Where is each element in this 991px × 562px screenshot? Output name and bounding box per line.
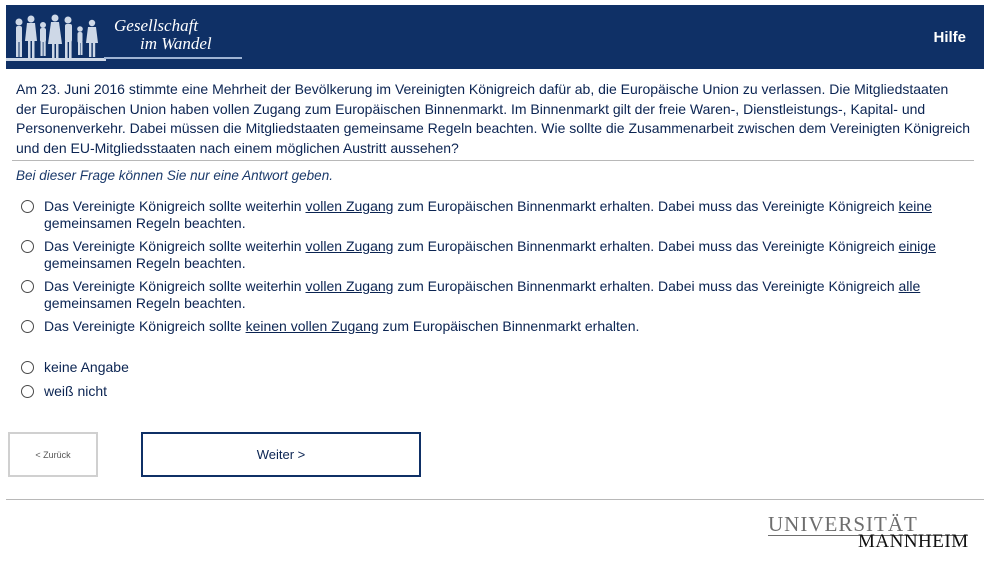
option-text: Das Vereinigte Königreich sollte weiterh… [44,238,936,271]
option-text: Das Vereinigte Königreich sollte keinen … [44,318,639,334]
option-emphasis: keinen vollen Zugang [245,318,379,334]
next-button[interactable]: Weiter > [141,432,421,477]
option-text-part: gemeinsamen Regeln beachten. [44,215,246,231]
back-button[interactable]: < Zurück [8,432,98,477]
option-emphasis: alle [898,278,921,294]
option-emphasis: vollen Zugang [305,238,394,254]
option-label: weiß nicht [44,383,108,399]
option-emphasis: einige [898,238,936,254]
header-bar: Gesellschaft im Wandel Hilfe [6,5,984,69]
logo-line1: Gesellschaft [114,16,199,35]
option-text-part: Das Vereinigte Königreich sollte weiterh… [44,278,306,294]
question-divider [12,160,974,161]
gesellschaft-im-wandel-logo: Gesellschaft im Wandel [6,5,246,69]
radio-button[interactable] [21,361,34,374]
option-text-part: gemeinsamen Regeln beachten. [44,255,246,271]
logo-line2: im Wandel [140,34,212,53]
answer-option-kein-zugang[interactable]: Das Vereinigte Königreich sollte keinen … [20,318,960,335]
option-emphasis: keine [898,198,932,214]
radio-button[interactable] [21,240,34,253]
option-text-part: zum Europäischen Binnenmarkt erhalten. D… [393,198,899,214]
option-text-part: zum Europäischen Binnenmarkt erhalten. [378,318,640,334]
radio-button[interactable] [21,280,34,293]
answer-option-keine-angabe[interactable]: keine Angabe [20,359,320,376]
logo-text: Gesellschaft im Wandel [114,17,212,53]
radio-button[interactable] [21,385,34,398]
radio-button[interactable] [21,320,34,333]
option-text-part: Das Vereinigte Königreich sollte weiterh… [44,198,306,214]
option-text-part: gemeinsamen Regeln beachten. [44,295,246,311]
option-text-part: Das Vereinigte Königreich sollte weiterh… [44,238,306,254]
option-emphasis: vollen Zugang [305,198,394,214]
help-link[interactable]: Hilfe [933,29,966,46]
answer-option-einige-regeln[interactable]: Das Vereinigte Königreich sollte weiterh… [20,238,960,272]
answer-option-keine-regeln[interactable]: Das Vereinigte Königreich sollte weiterh… [20,198,960,232]
option-label: keine Angabe [44,359,129,375]
option-text-part: Das Vereinigte Königreich sollte [44,318,246,334]
answer-option-weiss-nicht[interactable]: weiß nicht [20,383,320,400]
university-mannheim-logo: UNIVERSITÄT MANNHEIM [768,512,973,552]
logo-underline [104,57,242,59]
footer-divider [6,499,984,500]
answer-instruction: Bei dieser Frage können Sie nur eine Ant… [16,168,333,183]
answer-option-alle-regeln[interactable]: Das Vereinigte Königreich sollte weiterh… [20,278,960,312]
uni-logo-line2: MANNHEIM [858,531,969,552]
radio-button[interactable] [21,200,34,213]
people-silhouette-icon [6,14,106,61]
option-text: Das Vereinigte Königreich sollte weiterh… [44,198,932,231]
option-text-part: zum Europäischen Binnenmarkt erhalten. D… [393,278,899,294]
option-emphasis: vollen Zugang [305,278,394,294]
option-text-part: zum Europäischen Binnenmarkt erhalten. D… [393,238,899,254]
option-text: Das Vereinigte Königreich sollte weiterh… [44,278,920,311]
question-text: Am 23. Juni 2016 stimmte eine Mehrheit d… [16,81,971,156]
